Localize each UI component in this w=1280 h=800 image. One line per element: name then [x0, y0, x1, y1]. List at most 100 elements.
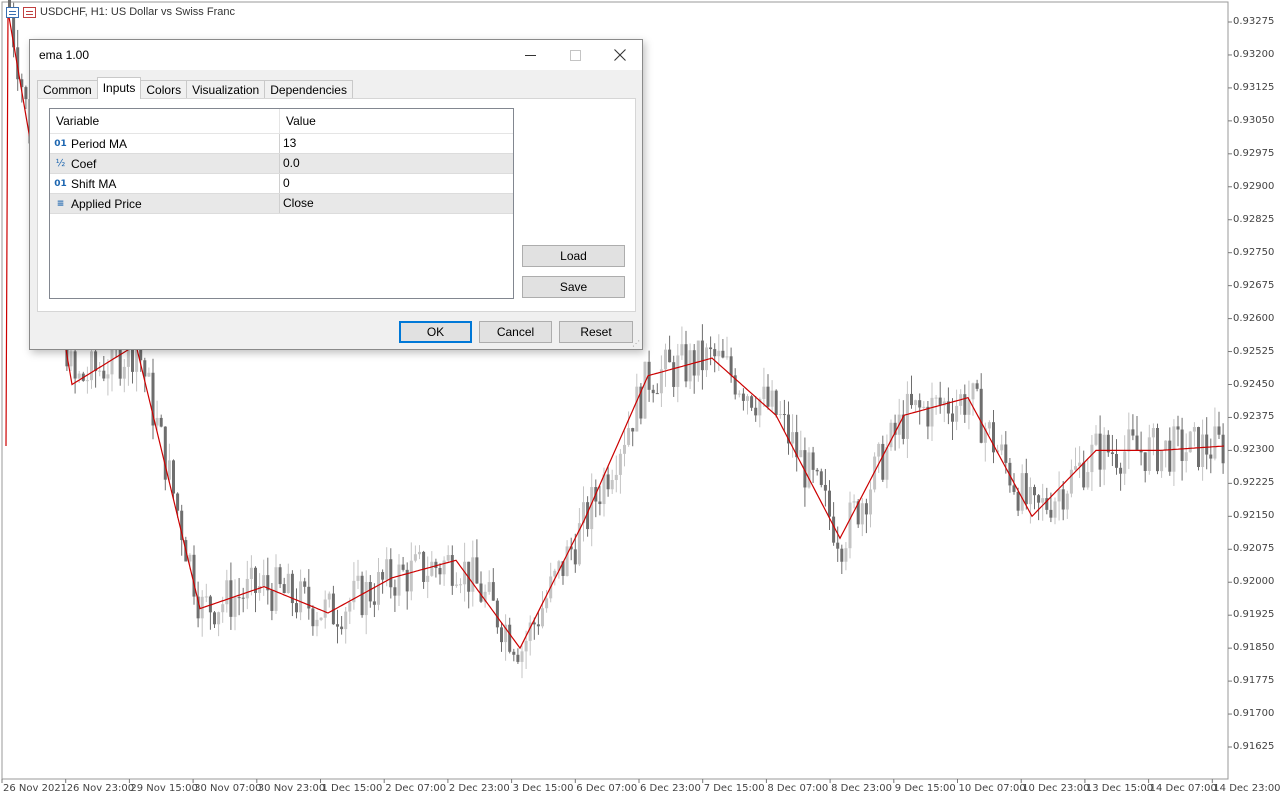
candle-body: [495, 600, 499, 628]
candle-body: [311, 608, 315, 627]
candle-body: [1000, 444, 1004, 451]
candle-body: [754, 407, 758, 416]
candle-body: [778, 414, 782, 416]
minimize-button[interactable]: [507, 40, 553, 70]
candle-body: [951, 413, 954, 422]
table-row[interactable]: ½ Coef 0.0: [50, 154, 513, 174]
candle-body: [635, 386, 639, 432]
candle-body: [372, 601, 376, 605]
candle-body: [709, 347, 713, 350]
cancel-button[interactable]: Cancel: [479, 321, 552, 343]
price-label: 0.92900: [1233, 180, 1275, 192]
candle-body: [627, 428, 631, 445]
value-column-header[interactable]: Value: [280, 109, 316, 133]
candle-body: [270, 590, 274, 611]
candle-body: [512, 651, 516, 655]
chart-list-icon[interactable]: [6, 6, 19, 18]
candle-body: [1004, 444, 1008, 463]
row-value[interactable]: 13: [280, 134, 513, 153]
candle-body: [327, 593, 331, 600]
tab-visualization[interactable]: Visualization: [186, 80, 266, 99]
candle-body: [1102, 434, 1106, 470]
candle-body: [811, 452, 815, 470]
candle-body: [910, 393, 913, 406]
table-row[interactable]: ≡ Applied Price Close: [50, 194, 513, 214]
row-value[interactable]: 0.0: [280, 154, 513, 173]
candle-body: [926, 406, 930, 427]
tab-inputs[interactable]: Inputs: [96, 77, 142, 99]
chart-properties-icon[interactable]: [23, 6, 36, 18]
candle-body: [500, 627, 503, 643]
candle-body: [278, 567, 282, 585]
candle-body: [1098, 433, 1102, 470]
candle-body: [1110, 452, 1114, 455]
candle-body: [1028, 486, 1032, 505]
dialog-titlebar[interactable]: ema 1.00: [30, 40, 642, 70]
candle-body: [655, 393, 659, 395]
time-label: 26 Nov 2021: [3, 783, 68, 794]
price-label: 0.91775: [1233, 675, 1275, 687]
reset-button[interactable]: Reset: [559, 321, 633, 343]
variable-column-header[interactable]: Variable: [50, 109, 280, 133]
candle-body: [233, 597, 237, 617]
candle-body: [614, 474, 618, 481]
price-label: 0.92450: [1233, 378, 1275, 390]
row-value[interactable]: 0: [280, 174, 513, 193]
candle-body: [368, 582, 372, 602]
candle-body: [918, 400, 922, 408]
candle-body: [869, 489, 872, 515]
candle-body: [147, 372, 151, 377]
table-row[interactable]: 01 Shift MA 0: [50, 174, 513, 194]
table-row[interactable]: 01 Period MA 13: [50, 134, 513, 154]
candle-body: [459, 584, 462, 586]
candle-body: [799, 450, 803, 458]
candle-body: [1041, 498, 1045, 503]
candle-body: [381, 572, 385, 580]
candle-body: [397, 564, 401, 596]
price-label: 0.91700: [1233, 708, 1275, 720]
candle-body: [848, 502, 852, 549]
candle-body: [295, 603, 298, 613]
candle-body: [413, 554, 417, 561]
time-label: 10 Dec 23:00: [1022, 783, 1090, 794]
candle-body: [832, 516, 836, 543]
dialog-tabs: Common Inputs Colors Visualization Depen…: [37, 77, 353, 99]
load-button[interactable]: Load: [522, 245, 625, 267]
candle-body: [770, 390, 774, 407]
price-label: 0.91850: [1233, 642, 1275, 654]
price-label: 0.92750: [1233, 246, 1275, 258]
candle-body: [955, 405, 959, 422]
close-button[interactable]: [597, 40, 643, 70]
time-label: 6 Dec 07:00: [576, 783, 638, 794]
ok-button[interactable]: OK: [399, 321, 472, 343]
candle-body: [520, 651, 524, 662]
candle-body: [1147, 437, 1151, 471]
candle-body: [971, 383, 975, 400]
candle-body: [590, 487, 594, 530]
save-button[interactable]: Save: [522, 276, 625, 298]
candle-body: [987, 422, 991, 429]
candle-body: [741, 393, 745, 401]
row-value[interactable]: Close: [280, 194, 513, 213]
candle-body: [1188, 431, 1192, 453]
candle-body: [746, 396, 749, 401]
resize-grip-icon[interactable]: ⋰: [632, 339, 640, 348]
tab-common[interactable]: Common: [37, 80, 98, 99]
candle-body: [819, 471, 823, 485]
time-label: 14 Dec 07:00: [1149, 783, 1217, 794]
tab-colors[interactable]: Colors: [140, 80, 188, 99]
time-label: 1 Dec 15:00: [321, 783, 383, 794]
time-label: 26 Nov 23:00: [66, 783, 135, 794]
candle-body: [262, 575, 266, 586]
candle-body: [409, 560, 413, 592]
price-label: 0.93275: [1233, 16, 1275, 27]
candle-body: [438, 567, 442, 575]
candle-body: [1016, 491, 1020, 511]
candle-body: [319, 617, 323, 620]
candle-body: [979, 388, 983, 443]
candle-body: [823, 484, 827, 491]
inputs-table: Variable Value 01 Period MA 13 ½ Coef 0.0 …: [49, 108, 514, 299]
candle-body: [1180, 429, 1184, 461]
candle-body: [623, 444, 626, 454]
tab-dependencies[interactable]: Dependencies: [264, 80, 353, 99]
